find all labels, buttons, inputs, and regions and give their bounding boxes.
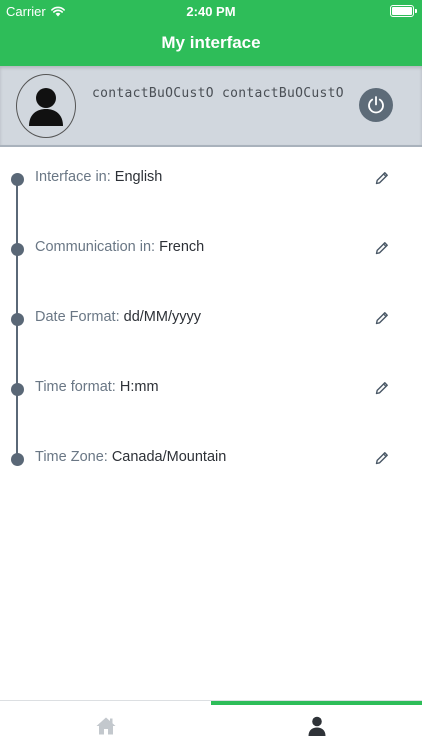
setting-label: Date Format:: [35, 309, 120, 325]
timeline-dot: [11, 173, 24, 186]
timeline-dot: [11, 313, 24, 326]
setting-time-format[interactable]: Time format: H:mm: [0, 379, 422, 423]
battery-icon: [390, 5, 417, 17]
setting-text: Interface in: English: [35, 169, 162, 185]
setting-interface-language[interactable]: Interface in: English: [0, 169, 422, 213]
status-bar: Carrier 2:40 PM: [0, 0, 422, 22]
status-time: 2:40 PM: [186, 4, 236, 19]
user-icon: [308, 716, 325, 736]
setting-text: Communication in: French: [35, 239, 204, 255]
page-title: My interface: [161, 33, 261, 52]
setting-date-format[interactable]: Date Format: dd/MM/yyyy: [0, 309, 422, 353]
pencil-icon[interactable]: [374, 380, 390, 396]
home-icon: [96, 717, 115, 735]
setting-label: Interface in:: [35, 169, 111, 185]
top-bar: Carrier 2:40 PM My interface: [0, 0, 422, 66]
setting-label: Time Zone:: [35, 449, 108, 465]
setting-text: Date Format: dd/MM/yyyy: [35, 309, 201, 325]
pencil-icon[interactable]: [374, 240, 390, 256]
setting-text: Time format: H:mm: [35, 379, 159, 395]
setting-value: English: [114, 169, 163, 185]
setting-label: Communication in:: [35, 239, 156, 255]
power-icon: [368, 96, 384, 114]
setting-value: dd/MM/yyyy: [123, 309, 201, 325]
avatar[interactable]: [16, 74, 76, 138]
user-avatar-icon: [29, 88, 63, 126]
setting-text: Time Zone: Canada/Mountain: [35, 449, 226, 465]
timeline-dot: [11, 243, 24, 256]
tab-bar: [0, 700, 422, 750]
setting-value: Canada/Mountain: [111, 449, 227, 465]
profile-card: contactBuOCustO contactBuOCustO: [0, 66, 422, 147]
timeline-dot: [11, 383, 24, 396]
setting-label: Time format:: [35, 379, 116, 395]
pencil-icon[interactable]: [374, 450, 390, 466]
setting-time-zone[interactable]: Time Zone: Canada/Mountain: [0, 449, 422, 493]
timeline-dot: [11, 453, 24, 466]
setting-value: H:mm: [119, 379, 159, 395]
pencil-icon[interactable]: [374, 170, 390, 186]
user-name: contactBuOCustO contactBuOCustO: [92, 86, 344, 101]
tab-profile[interactable]: [211, 701, 422, 750]
setting-value: French: [159, 239, 205, 255]
logout-button[interactable]: [359, 88, 393, 122]
setting-communication-language[interactable]: Communication in: French: [0, 239, 422, 283]
pencil-icon[interactable]: [374, 310, 390, 326]
tab-home[interactable]: [0, 701, 211, 750]
